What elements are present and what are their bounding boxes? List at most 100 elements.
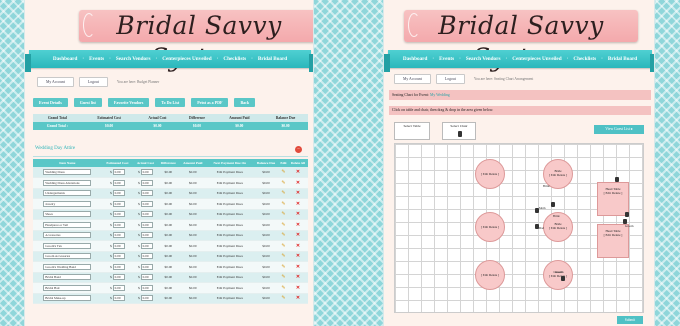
round-table[interactable]: [ Edit Delete ] xyxy=(475,260,505,290)
item-name-field[interactable]: Headpiece or Veil xyxy=(43,221,92,228)
nav-events[interactable]: Events xyxy=(89,56,104,62)
guest-list-button[interactable]: Guest list xyxy=(73,98,102,107)
actual-cost-input[interactable]: 0.00 xyxy=(140,253,153,260)
submit-button[interactable]: Submit xyxy=(617,316,643,324)
estimated-cost-input[interactable]: 0.00 xyxy=(112,179,125,186)
item-name-field[interactable]: Bridal Make-up xyxy=(43,295,92,302)
item-name-field[interactable]: Groom's Wedding Band xyxy=(43,263,92,270)
estimated-cost-input[interactable]: 0.00 xyxy=(112,274,125,281)
estimated-cost-input[interactable]: 0.00 xyxy=(112,200,125,207)
nav-dashboard[interactable]: Dashboard xyxy=(403,56,428,62)
nav-centerpieces[interactable]: Centerpieces Unveiled xyxy=(162,56,211,62)
item-name-field[interactable]: Jewelry xyxy=(43,200,92,207)
head-table[interactable]: Head Table [ Edit Delete ] xyxy=(597,224,629,258)
pencil-icon[interactable]: ✎ xyxy=(281,286,285,291)
my-account-button[interactable]: My Account xyxy=(37,77,74,87)
head-table[interactable]: Head Table [ Edit Delete ] xyxy=(597,182,629,216)
pencil-icon[interactable]: ✎ xyxy=(281,181,285,186)
item-name-field[interactable]: Undergarments xyxy=(43,190,92,197)
event-details-button[interactable]: Event Details xyxy=(33,98,68,107)
edit-payment-dues-link[interactable]: Edit Payment Dues xyxy=(206,177,254,189)
select-table-box[interactable]: Select Table xyxy=(394,122,430,140)
delete-icon[interactable]: ✕ xyxy=(296,265,300,270)
estimated-cost-input[interactable]: 0.00 xyxy=(112,284,125,291)
edit-payment-dues-link[interactable]: Edit Payment Dues xyxy=(206,282,254,294)
delete-icon[interactable]: ✕ xyxy=(296,212,300,217)
item-name-field[interactable]: Groom Accessories xyxy=(43,253,92,260)
item-name-field[interactable]: Wedding Dress Alterations xyxy=(43,179,92,186)
nav-checklists[interactable]: Checklists xyxy=(573,56,596,62)
to-do-list-button[interactable]: To Do List xyxy=(155,98,186,107)
view-guest-list-button[interactable]: View Guest List ▸ xyxy=(594,125,644,134)
round-table[interactable]: [ Edit Delete ] xyxy=(475,159,505,189)
delete-section-icon[interactable]: − xyxy=(295,146,302,153)
actual-cost-input[interactable]: 0.00 xyxy=(140,211,153,218)
nav-dashboard[interactable]: Dashboard xyxy=(53,56,78,62)
logout-button[interactable]: Logout xyxy=(435,74,465,84)
delete-icon[interactable]: ✕ xyxy=(296,170,300,175)
nav-bridal-board[interactable]: Bridal Board xyxy=(608,56,637,62)
edit-payment-dues-link[interactable]: Edit Payment Dues xyxy=(206,272,254,283)
edit-payment-dues-link[interactable]: Edit Payment Dues xyxy=(206,167,254,178)
back-button[interactable]: Back xyxy=(234,98,256,107)
actual-cost-input[interactable]: 0.00 xyxy=(140,179,153,186)
item-name-field[interactable]: Wedding Dress xyxy=(43,169,92,175)
chair-icon[interactable] xyxy=(458,131,462,137)
favorite-vendors-button[interactable]: Favorite Vendors xyxy=(107,98,150,107)
actual-cost-input[interactable]: 0.00 xyxy=(140,190,153,197)
actual-cost-input[interactable]: 0.00 xyxy=(140,242,153,249)
actual-cost-input[interactable]: 0.00 xyxy=(140,169,153,175)
pencil-icon[interactable]: ✎ xyxy=(281,244,285,249)
estimated-cost-input[interactable]: 0.00 xyxy=(112,295,125,302)
estimated-cost-input[interactable]: 0.00 xyxy=(112,221,125,228)
pencil-icon[interactable]: ✎ xyxy=(281,254,285,259)
edit-payment-dues-link[interactable]: Edit Payment Dues xyxy=(206,261,254,273)
edit-payment-dues-link[interactable]: Edit Payment Dues xyxy=(206,240,254,252)
pencil-icon[interactable]: ✎ xyxy=(281,296,285,301)
edit-payment-dues-link[interactable]: Edit Payment Dues xyxy=(206,198,254,210)
round-table[interactable]: Groom [ Edit Delete ] xyxy=(543,260,573,290)
actual-cost-input[interactable]: 0.00 xyxy=(140,274,153,281)
delete-icon[interactable]: ✕ xyxy=(296,233,300,238)
pencil-icon[interactable]: ✎ xyxy=(281,275,285,280)
actual-cost-input[interactable]: 0.00 xyxy=(140,232,153,239)
col-delete-all[interactable]: Delete All xyxy=(287,159,308,167)
select-chair-box[interactable]: Select Chair xyxy=(442,122,476,140)
pencil-icon[interactable]: ✎ xyxy=(281,233,285,238)
chair[interactable] xyxy=(625,212,629,217)
edit-payment-dues-link[interactable]: Edit Payment Dues xyxy=(206,209,254,220)
pencil-icon[interactable]: ✎ xyxy=(281,223,285,228)
nav-events[interactable]: Events xyxy=(439,56,454,62)
my-account-button[interactable]: My Account xyxy=(394,74,431,84)
item-name-field[interactable]: Accessories xyxy=(43,232,92,239)
delete-icon[interactable]: ✕ xyxy=(296,202,300,207)
estimated-cost-input[interactable]: 0.00 xyxy=(112,169,125,175)
nav-search-vendors[interactable]: Search Vendors xyxy=(466,56,501,62)
delete-icon[interactable]: ✕ xyxy=(296,191,300,196)
pencil-icon[interactable]: ✎ xyxy=(281,212,285,217)
nav-bridal-board[interactable]: Bridal Board xyxy=(258,56,287,62)
event-name-link[interactable]: My Wedding xyxy=(430,93,450,97)
estimated-cost-input[interactable]: 0.00 xyxy=(112,190,125,197)
seating-canvas[interactable]: [ Edit Delete ] Bride [ Edit Delete ] [ … xyxy=(394,143,644,313)
actual-cost-input[interactable]: 0.00 xyxy=(140,200,153,207)
round-table[interactable]: [ Edit Delete ] xyxy=(475,212,505,242)
chair[interactable] xyxy=(615,177,619,182)
delete-icon[interactable]: ✕ xyxy=(296,244,300,249)
item-name-field[interactable]: Groom's Tux xyxy=(43,242,92,249)
actual-cost-input[interactable]: 0.00 xyxy=(140,221,153,228)
actual-cost-input[interactable]: 0.00 xyxy=(140,284,153,291)
item-name-field[interactable]: Bridal Hair xyxy=(43,284,92,291)
pencil-icon[interactable]: ✎ xyxy=(281,170,285,175)
chair[interactable] xyxy=(551,202,555,207)
logout-button[interactable]: Logout xyxy=(78,77,108,87)
pencil-icon[interactable]: ✎ xyxy=(281,202,285,207)
edit-payment-dues-link[interactable]: Edit Payment Dues xyxy=(206,188,254,199)
chair[interactable] xyxy=(561,276,565,281)
print-pdf-button[interactable]: Print as a PDF xyxy=(191,98,229,107)
estimated-cost-input[interactable]: 0.00 xyxy=(112,253,125,260)
pencil-icon[interactable]: ✎ xyxy=(281,265,285,270)
delete-icon[interactable]: ✕ xyxy=(296,223,300,228)
estimated-cost-input[interactable]: 0.00 xyxy=(112,263,125,270)
delete-icon[interactable]: ✕ xyxy=(296,275,300,280)
